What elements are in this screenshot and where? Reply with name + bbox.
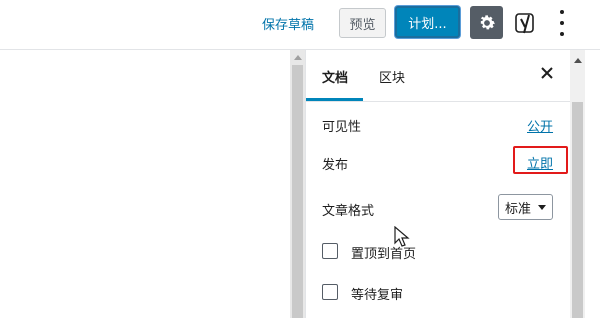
visibility-link[interactable]: 公开 (527, 116, 553, 135)
post-format-select[interactable]: 标准 (498, 194, 553, 220)
active-tab-indicator (306, 98, 363, 101)
chevron-down-icon (538, 205, 546, 210)
preview-button[interactable]: 预览 (339, 8, 386, 38)
tab-block[interactable]: 区块 (379, 67, 405, 86)
editor-scrollbar[interactable] (290, 50, 305, 318)
mouse-cursor-icon (394, 226, 410, 247)
close-icon[interactable] (540, 66, 554, 80)
save-draft-button[interactable]: 保存草稿 (262, 14, 314, 33)
pending-review-checkbox[interactable] (322, 284, 338, 300)
settings-button[interactable] (470, 6, 503, 39)
visibility-label: 可见性 (322, 120, 362, 135)
editor-canvas[interactable] (0, 50, 290, 318)
post-format-selected-value: 标准 (505, 201, 532, 217)
gear-icon (480, 14, 495, 29)
pending-review-label[interactable]: 等待复审 (351, 284, 403, 303)
tab-document[interactable]: 文档 (322, 67, 348, 86)
scrollbar-thumb[interactable] (572, 102, 583, 318)
settings-sidebar: 文档 区块 可见性 公开 发布 立即 文章格式 标准 置顶到首页 等待复审 (305, 50, 571, 318)
scrollbar-thumb[interactable] (292, 65, 303, 318)
editor-toolbar: 保存草稿 预览 计划... (0, 0, 600, 50)
more-vertical-icon[interactable] (556, 10, 568, 36)
sticky-checkbox[interactable] (322, 243, 338, 259)
schedule-button[interactable]: 计划... (395, 6, 460, 38)
scroll-up-arrow-icon[interactable] (574, 58, 582, 63)
publish-date-link[interactable]: 立即 (527, 153, 553, 172)
post-format-label: 文章格式 (322, 204, 375, 219)
scroll-up-arrow-icon[interactable] (294, 55, 302, 60)
sidebar-tabs: 文档 区块 (306, 50, 571, 102)
sidebar-scrollbar[interactable] (570, 50, 585, 318)
publish-label: 发布 (322, 158, 349, 173)
yoast-icon[interactable] (514, 8, 538, 36)
